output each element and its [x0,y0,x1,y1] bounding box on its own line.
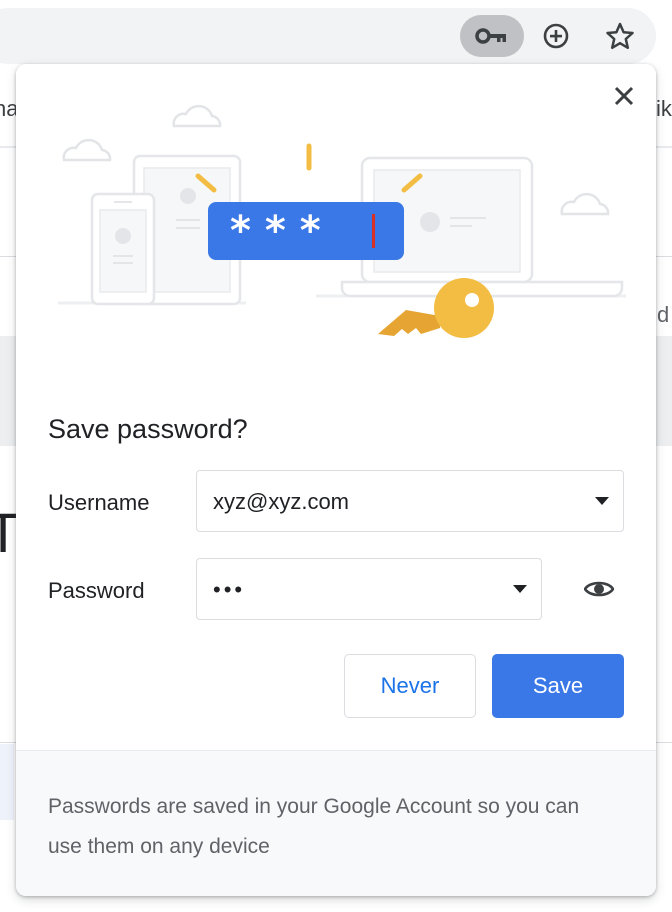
save-password-dialog: * * * Save password? Username xyz@xyz.co… [16,64,656,896]
username-dropdown[interactable]: xyz@xyz.com [196,470,624,532]
browser-toolbar [0,0,672,66]
bg-band [0,744,14,820]
bg-text-fragment: ik [656,96,672,121]
bookmark-star-button[interactable] [596,15,644,57]
username-label: Username [48,490,150,515]
username-value: xyz@xyz.com [213,489,350,514]
dropdown-arrow-icon[interactable] [595,497,609,505]
phone-icon [90,192,156,306]
password-key-button[interactable] [460,15,524,57]
save-button[interactable]: Save [492,654,624,718]
password-pill: * * * [208,202,404,260]
password-value: ••• [213,577,246,602]
dialog-footer: Passwords are saved in your Google Accou… [16,750,656,896]
add-button[interactable] [532,15,580,57]
password-illustration: * * * [58,104,626,338]
footer-text: Passwords are saved in your Google Accou… [48,795,580,858]
dialog-title: Save password? [48,414,248,444]
masked-password-text: * * * [230,208,321,254]
bg-text-fragment: d [657,302,670,327]
dropdown-arrow-icon[interactable] [513,585,527,593]
star-icon [606,22,634,50]
show-password-button[interactable] [582,572,616,606]
key-icon [475,28,506,44]
eye-icon [584,581,614,597]
never-button[interactable]: Never [344,654,476,718]
password-dropdown[interactable]: ••• [196,558,542,620]
add-circle-icon [543,23,569,49]
password-label: Password [48,578,145,603]
